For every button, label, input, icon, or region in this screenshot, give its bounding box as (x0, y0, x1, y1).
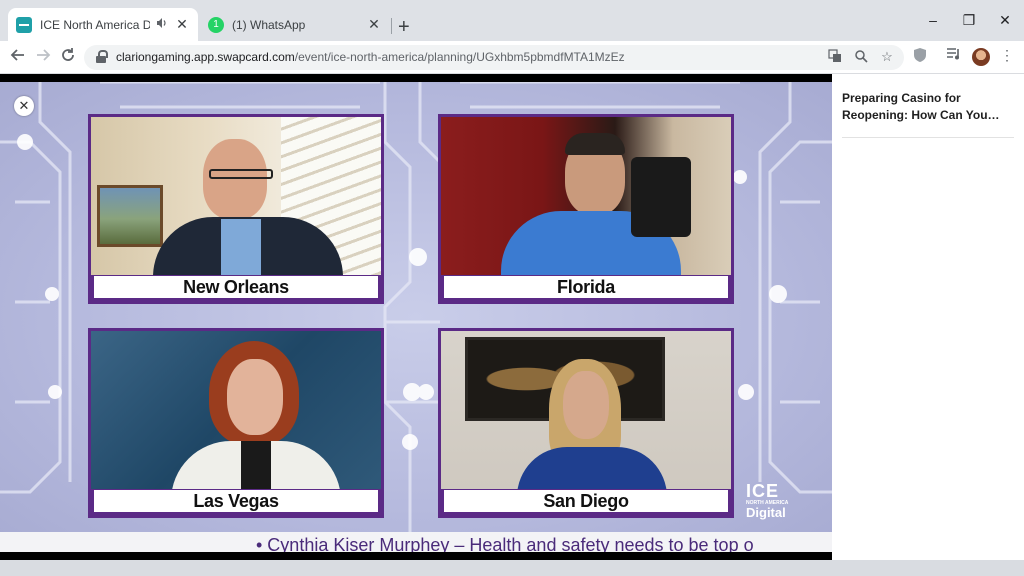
ice-digital-logo: ICE NORTH AMERICA Digital (746, 482, 806, 519)
tab-ice-north-america[interactable]: ICE North America Digital - M ✕ (8, 8, 198, 41)
logo-digital: Digital (746, 505, 786, 520)
tab-close-icon[interactable]: ✕ (366, 16, 382, 33)
bookmark-star-icon[interactable]: ☆ (878, 49, 896, 65)
session-side-panel: Preparing Casino for Reopening: How Can … (832, 74, 1024, 560)
tab-close-icon[interactable]: ✕ (174, 16, 190, 33)
participant-head (563, 371, 609, 439)
participant-top (241, 441, 271, 489)
bottom-bar (0, 560, 1024, 576)
whatsapp-badge: 1 (213, 18, 219, 30)
participant-shirt (221, 219, 261, 275)
lock-icon[interactable] (96, 50, 108, 64)
translate-icon[interactable] (826, 49, 844, 66)
participant-hair (565, 133, 625, 155)
forward-icon[interactable] (33, 47, 53, 67)
participant-video (91, 331, 381, 489)
divider (842, 137, 1014, 138)
tab-title: ICE North America Digital - M (40, 17, 150, 32)
video-tile-florida: Florida (438, 114, 734, 304)
office-chair (631, 157, 691, 237)
tile-location-label: Las Vegas (94, 490, 378, 512)
whatsapp-favicon-icon: 1 (208, 16, 224, 33)
page-content: ✕ New Orleans Florida Las Vegas San Dieg… (0, 74, 1024, 560)
tile-location-label: San Diego (444, 490, 728, 512)
ice-favicon-icon (16, 16, 32, 33)
video-tile-las-vegas: Las Vegas (88, 328, 384, 518)
reload-icon[interactable] (58, 47, 78, 67)
video-tile-san-diego: San Diego (438, 328, 734, 518)
participant-video (441, 331, 731, 489)
video-stage: ✕ New Orleans Florida Las Vegas San Dieg… (0, 82, 832, 552)
participant-head (227, 359, 283, 435)
url-host: clariongaming.app.swapcard.com (116, 50, 295, 64)
video-player[interactable]: ✕ New Orleans Florida Las Vegas San Dieg… (0, 74, 832, 560)
painting-image (97, 185, 163, 247)
profile-avatar[interactable] (972, 48, 990, 66)
participant-body (517, 447, 667, 489)
zoom-icon[interactable] (852, 49, 870, 66)
news-ticker: • Cynthia Kiser Murphey – Health and saf… (0, 532, 832, 552)
media-controls-icon[interactable] (944, 47, 964, 64)
speaker-icon[interactable] (156, 17, 168, 32)
logo-ice: ICE (746, 481, 780, 501)
address-bar[interactable]: clariongaming.app.swapcard.com/event/ice… (84, 45, 904, 70)
participant-glasses (209, 169, 273, 179)
menu-kebab-icon[interactable]: ⋮ (997, 47, 1017, 64)
new-tab-icon[interactable]: + (398, 17, 410, 37)
browser-toolbar: clariongaming.app.swapcard.com/event/ice… (0, 41, 1024, 74)
tile-location-label: Florida (444, 276, 728, 298)
participant-head (203, 139, 267, 219)
ticker-text: • Cynthia Kiser Murphey – Health and saf… (256, 535, 754, 552)
address-url: clariongaming.app.swapcard.com/event/ice… (116, 50, 625, 64)
participant-video (91, 117, 381, 275)
session-title-link[interactable]: Preparing Casino for Reopening: How Can … (842, 90, 1012, 124)
tab-strip: ICE North America Digital - M ✕ 1 (1) Wh… (0, 0, 1024, 41)
url-path: /event/ice-north-america/planning/UGxhbm… (294, 50, 625, 64)
participant-video (441, 117, 731, 275)
tile-location-label: New Orleans (94, 276, 378, 298)
close-video-icon[interactable]: ✕ (14, 96, 34, 116)
tab-title: (1) WhatsApp (232, 17, 306, 32)
shield-extension-icon[interactable] (910, 47, 930, 66)
back-icon[interactable] (8, 47, 28, 67)
tab-separator (391, 18, 392, 34)
window-close-icon[interactable]: ✕ (982, 12, 1024, 29)
video-tile-new-orleans: New Orleans (88, 114, 384, 304)
tab-whatsapp[interactable]: 1 (1) WhatsApp ✕ (200, 8, 390, 41)
